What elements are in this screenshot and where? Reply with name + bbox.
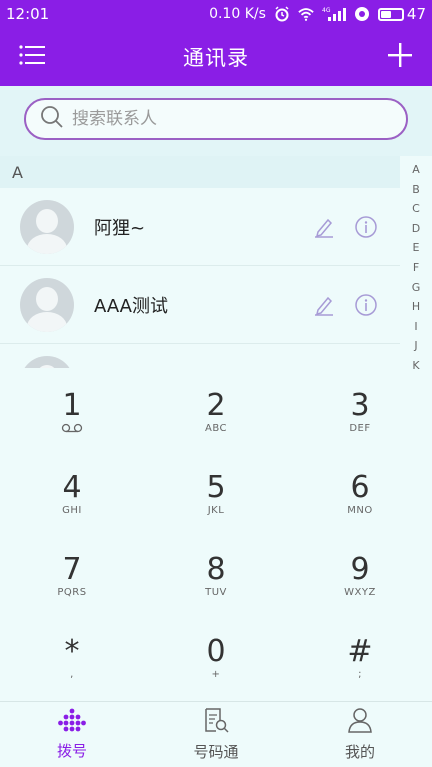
index-letter[interactable]: J xyxy=(414,336,417,356)
key-digit: 4 xyxy=(62,469,82,505)
key-letters: JKL xyxy=(207,504,225,516)
search-box[interactable] xyxy=(24,98,408,140)
key-digit: 5 xyxy=(206,469,226,505)
menu-icon xyxy=(19,44,45,70)
info-icon[interactable] xyxy=(354,293,378,317)
dialpad-key-5[interactable]: 5 JKL xyxy=(144,453,288,535)
network-type: 4G xyxy=(322,7,331,14)
key-digit: 6 xyxy=(350,469,370,505)
status-time: 12:01 xyxy=(6,5,50,23)
number-lookup-icon xyxy=(203,707,229,737)
key-digit: 8 xyxy=(206,551,226,587)
key-letters: ABC xyxy=(204,422,227,434)
search-area xyxy=(0,86,432,156)
key-digit: 2 xyxy=(206,387,226,423)
dialpad-key-3[interactable]: 3 DEF xyxy=(288,371,432,453)
nav-number-lookup[interactable]: 号码通 xyxy=(144,702,288,767)
signal-icon: 4G xyxy=(322,6,346,22)
key-digit: 9 xyxy=(350,551,370,587)
network-speed: 0.10 K/s xyxy=(209,6,266,22)
index-letter[interactable]: C xyxy=(412,199,420,219)
key-digit: 7 xyxy=(62,551,82,587)
search-input[interactable] xyxy=(72,109,372,129)
dialpad-key-hash[interactable]: # ; xyxy=(288,617,432,699)
edit-icon[interactable] xyxy=(312,293,336,317)
contact-row[interactable] xyxy=(0,344,400,368)
key-letters: MNO xyxy=(347,504,373,516)
key-letters: DEF xyxy=(349,422,371,434)
dialpad-key-6[interactable]: 6 MNO xyxy=(288,453,432,535)
dialpad-key-1[interactable]: 1 xyxy=(0,371,144,453)
menu-button[interactable] xyxy=(0,28,64,86)
bottom-nav: 拨号 号码通 我的 xyxy=(0,701,432,767)
nav-label: 号码通 xyxy=(193,743,239,761)
dialpad-key-2[interactable]: 2 ABC xyxy=(144,371,288,453)
wifi-icon xyxy=(298,6,314,22)
index-letter[interactable]: A xyxy=(412,160,420,180)
contact-name: 阿狸~ xyxy=(94,217,146,239)
key-digit: 1 xyxy=(62,387,82,423)
nav-profile[interactable]: 我的 xyxy=(288,702,432,767)
key-letters: TUV xyxy=(205,586,227,598)
plus-icon xyxy=(387,42,413,72)
key-letters: GHI xyxy=(62,504,82,516)
key-letters: WXYZ xyxy=(344,586,376,598)
key-letters: PQRS xyxy=(57,586,87,598)
contact-list: 阿狸~ AAA测试 xyxy=(0,188,400,368)
alphabet-index[interactable]: A B C D E F G H I J K xyxy=(400,156,432,372)
nav-dial[interactable]: 拨号 xyxy=(0,702,144,767)
alarm-icon xyxy=(274,6,290,22)
key-letters: ; xyxy=(358,668,362,680)
index-letter[interactable]: E xyxy=(413,238,420,258)
contact-row[interactable]: AAA测试 xyxy=(0,266,400,344)
contact-name: AAA测试 xyxy=(94,295,168,317)
add-contact-button[interactable] xyxy=(368,28,432,86)
key-digit: 3 xyxy=(350,387,370,423)
index-letter[interactable]: D xyxy=(412,219,420,239)
index-letter[interactable]: G xyxy=(412,278,421,298)
key-letters: + xyxy=(211,668,221,680)
dialpad-key-0[interactable]: 0 + xyxy=(144,617,288,699)
dialpad-key-9[interactable]: 9 WXYZ xyxy=(288,535,432,617)
app-notification-icon xyxy=(354,6,370,22)
dialpad: 1 2 ABC 3 DEF 4 GHI 5 JKL 6 MNO 7 PQRS 8… xyxy=(0,371,432,701)
info-icon[interactable] xyxy=(354,215,378,239)
status-bar: 12:01 0.10 K/s 4G 47 xyxy=(0,0,432,28)
voicemail-icon xyxy=(61,423,83,435)
battery-indicator: 47 xyxy=(377,5,426,23)
key-letters: , xyxy=(70,668,74,680)
avatar xyxy=(20,199,74,254)
edit-icon[interactable] xyxy=(312,215,336,239)
dialpad-key-4[interactable]: 4 GHI xyxy=(0,453,144,535)
dialpad-icon xyxy=(58,708,86,736)
key-digit: 0 xyxy=(206,633,226,669)
index-letter[interactable]: I xyxy=(414,317,417,337)
avatar xyxy=(20,355,74,368)
contact-actions xyxy=(312,293,378,317)
nav-label: 我的 xyxy=(344,743,375,761)
avatar xyxy=(20,277,74,332)
index-letter[interactable]: H xyxy=(412,297,420,317)
dialpad-key-7[interactable]: 7 PQRS xyxy=(0,535,144,617)
app-bar: 通讯录 xyxy=(0,28,432,86)
index-letter[interactable]: F xyxy=(413,258,419,278)
key-digit: # xyxy=(347,633,373,669)
nav-label: 拨号 xyxy=(56,742,87,760)
dialpad-key-star[interactable]: * , xyxy=(0,617,144,699)
profile-icon xyxy=(347,707,373,737)
battery-level: 47 xyxy=(406,5,426,23)
index-letter[interactable]: B xyxy=(412,180,420,200)
dialpad-key-8[interactable]: 8 TUV xyxy=(144,535,288,617)
battery-icon xyxy=(377,7,404,21)
section-header: A xyxy=(0,156,400,188)
status-indicators: 0.10 K/s 4G 47 xyxy=(209,5,426,23)
contact-row[interactable]: 阿狸~ xyxy=(0,188,400,266)
key-digit: * xyxy=(64,633,80,669)
search-icon xyxy=(40,105,64,133)
page-title: 通讯录 xyxy=(183,46,249,70)
contact-actions xyxy=(312,215,378,239)
